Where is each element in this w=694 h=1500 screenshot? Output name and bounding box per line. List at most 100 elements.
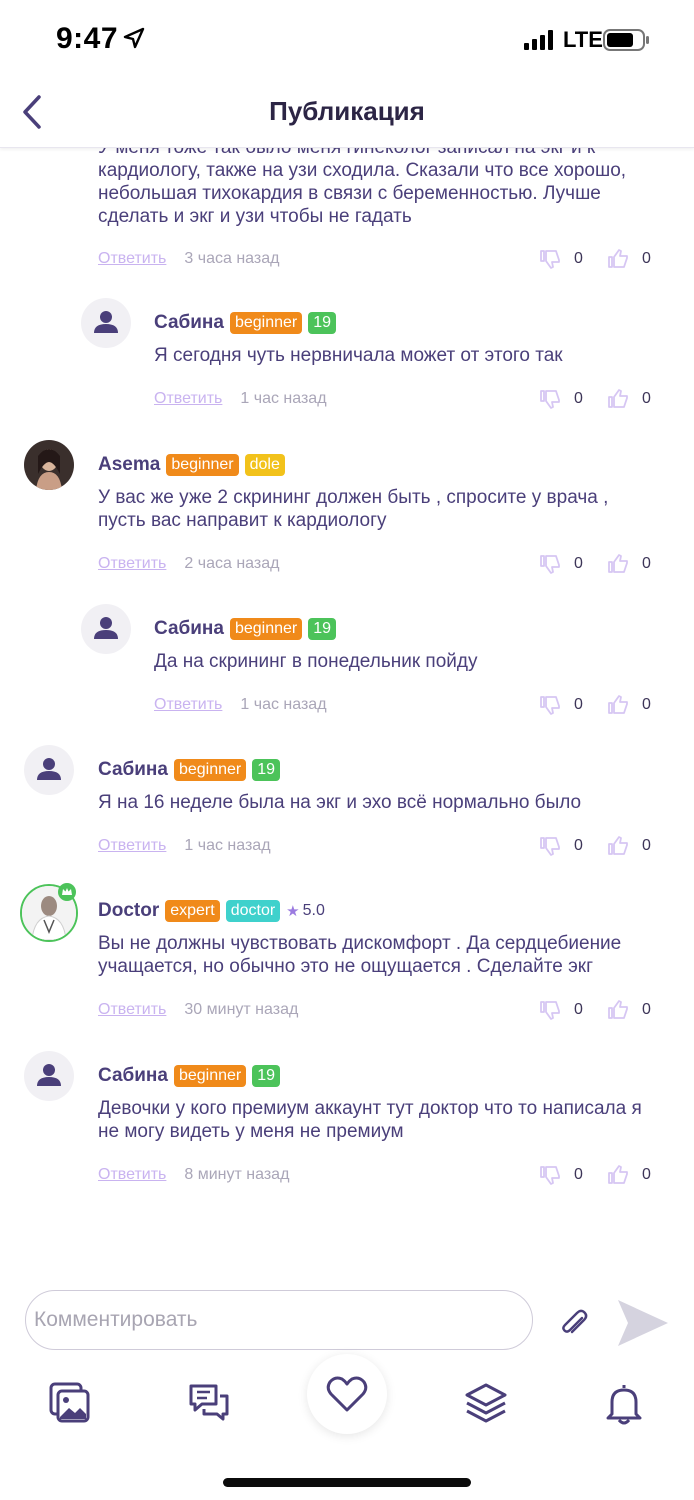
comment-author[interactable]: Doctor (98, 900, 159, 922)
comment-text: У меня тоже так было меня гинеколог запи… (98, 148, 627, 227)
thumbs-up-icon (608, 836, 628, 855)
comment-meta: Ответить 2 часа назад (98, 553, 279, 575)
comment-text: Девочки у кого премиум аккаунт тут докто… (98, 1098, 642, 1142)
reply-link[interactable]: Ответить (98, 837, 166, 855)
dislike-button[interactable]: 0 (538, 834, 586, 858)
dislike-button[interactable]: 0 (538, 1163, 586, 1187)
page-title: Публикация (269, 96, 425, 126)
week-badge: 19 (308, 618, 337, 640)
dislike-button[interactable]: 0 (538, 387, 586, 411)
reply-link[interactable]: Ответить (98, 555, 166, 573)
comment-time: 1 час назад (184, 837, 271, 854)
comment-text: Да на скрининг в понедельник пойду (154, 651, 478, 672)
like-button[interactable]: 0 (606, 552, 654, 576)
level-badge: beginner (166, 454, 239, 476)
reply-link[interactable]: Ответить (98, 250, 166, 268)
comment-header: Сабина beginner 19 (154, 311, 342, 335)
comment-author[interactable]: Сабина (154, 618, 224, 640)
dislike-button[interactable]: 0 (538, 998, 586, 1022)
comment-author[interactable]: Asema (98, 454, 160, 476)
level-badge: beginner (229, 312, 303, 334)
like-count: 0 (642, 250, 651, 267)
avatar[interactable] (24, 745, 74, 795)
vote-controls: 0 0 (518, 246, 654, 272)
comment-header: Сабина beginner 19 (154, 617, 342, 641)
thumbs-up-icon (608, 249, 628, 268)
comment-meta: Ответить 3 часа назад (98, 248, 279, 270)
rating: ★ 5.0 (286, 902, 325, 920)
role-badge: doctor (225, 900, 281, 922)
vote-controls: 0 0 (518, 833, 654, 859)
like-button[interactable]: 0 (606, 247, 654, 271)
thumbs-up-icon (608, 695, 628, 714)
dislike-count: 0 (574, 390, 583, 407)
avatar[interactable] (24, 1051, 74, 1101)
comment-meta: Ответить 30 минут назад (98, 999, 298, 1021)
week-badge: 19 (252, 1065, 281, 1087)
comment-time: 30 минут назад (184, 1001, 299, 1018)
reply-link[interactable]: Ответить (154, 696, 222, 714)
comment-time: 8 минут назад (184, 1166, 290, 1183)
like-button[interactable]: 0 (606, 387, 654, 411)
chat-icon[interactable] (188, 1382, 230, 1424)
send-icon[interactable] (616, 1298, 670, 1348)
comment-header: Doctor expert doctor ★ 5.0 (98, 899, 325, 923)
comment-header: Сабина beginner 19 (98, 1064, 286, 1088)
reply-link[interactable]: Ответить (154, 390, 222, 408)
layers-icon[interactable] (464, 1382, 508, 1426)
dislike-button[interactable]: 0 (538, 247, 586, 271)
gallery-icon[interactable] (49, 1382, 91, 1424)
vote-controls: 0 0 (518, 551, 654, 577)
thumbs-down-icon (540, 250, 560, 269)
location-arrow-icon (123, 27, 145, 49)
comment-time: 1 час назад (240, 696, 327, 713)
like-count: 0 (642, 837, 651, 854)
week-badge: 19 (308, 312, 337, 334)
dislike-button[interactable]: 0 (538, 693, 586, 717)
vote-controls: 0 0 (518, 1162, 654, 1188)
user-icon (94, 617, 118, 639)
comment-author[interactable]: Сабина (98, 759, 168, 781)
level-badge: beginner (173, 759, 247, 781)
reply-link[interactable]: Ответить (98, 1001, 166, 1019)
reply-link[interactable]: Ответить (98, 1166, 166, 1184)
status-badge: dole (244, 454, 285, 476)
comment-text: Я сегодня чуть нервничала может от этого… (154, 345, 563, 366)
like-button[interactable]: 0 (606, 693, 654, 717)
week-badge: 19 (252, 759, 281, 781)
bell-icon[interactable] (604, 1382, 644, 1426)
user-icon (37, 1064, 61, 1086)
dislike-count: 0 (574, 555, 583, 572)
signal-icon (524, 30, 553, 50)
dislike-count: 0 (574, 250, 583, 267)
like-button[interactable]: 0 (606, 834, 654, 858)
star-icon: ★ (286, 903, 300, 920)
comments-feed[interactable]: У меня тоже так было меня гинеколог запи… (0, 148, 694, 1278)
thumbs-down-icon (540, 696, 560, 715)
level-badge: expert (165, 900, 220, 922)
user-icon (37, 758, 61, 780)
heart-button[interactable] (307, 1354, 387, 1434)
level-badge: beginner (173, 1065, 247, 1087)
avatar[interactable] (81, 604, 131, 654)
avatar[interactable] (81, 298, 131, 348)
dislike-count: 0 (574, 1001, 583, 1018)
comment-author[interactable]: Сабина (154, 312, 224, 334)
dislike-count: 0 (574, 1166, 583, 1183)
comment-author[interactable]: Сабина (98, 1065, 168, 1087)
user-icon (94, 311, 118, 333)
comment-input[interactable] (25, 1290, 533, 1350)
avatar[interactable] (24, 440, 74, 490)
like-count: 0 (642, 696, 651, 713)
vote-controls: 0 0 (518, 692, 654, 718)
like-button[interactable]: 0 (606, 998, 654, 1022)
like-button[interactable]: 0 (606, 1163, 654, 1187)
like-count: 0 (642, 390, 651, 407)
paperclip-icon[interactable] (556, 1306, 592, 1342)
bottom-tab-bar (0, 1354, 694, 1460)
thumbs-down-icon (540, 837, 560, 856)
vote-controls: 0 0 (518, 997, 654, 1023)
thumbs-up-icon (608, 1165, 628, 1184)
dislike-button[interactable]: 0 (538, 552, 586, 576)
vote-controls: 0 0 (518, 386, 654, 412)
